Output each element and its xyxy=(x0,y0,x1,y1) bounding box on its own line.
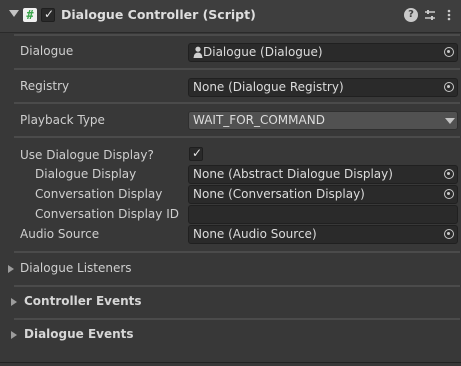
divider xyxy=(14,251,460,253)
foldout-arrow-icon[interactable] xyxy=(11,331,17,339)
checkmark-icon: ✓ xyxy=(44,7,55,21)
divider xyxy=(14,285,460,287)
dialogue-display-field[interactable]: None (Abstract Dialogue Display) xyxy=(188,165,458,184)
help-icon[interactable]: ? xyxy=(404,8,418,22)
person-icon xyxy=(193,46,203,58)
dialogue-listeners-foldout[interactable]: Dialogue Listeners xyxy=(20,261,132,275)
foldout-arrow-icon[interactable] xyxy=(9,10,19,17)
conversation-display-id-input[interactable] xyxy=(188,205,458,224)
component-header[interactable]: # ✓ Dialogue Controller (Script) ? xyxy=(0,0,461,33)
divider xyxy=(14,318,460,320)
component-enabled-checkbox[interactable]: ✓ xyxy=(41,7,55,22)
dialogue-label: Dialogue xyxy=(20,44,74,58)
dialogue-value: Dialogue (Dialogue) xyxy=(203,45,323,59)
checkmark-icon: ✓ xyxy=(192,146,203,160)
component-title: Dialogue Controller (Script) xyxy=(61,7,256,22)
divider xyxy=(14,102,460,104)
divider xyxy=(14,34,460,36)
audio-source-label: Audio Source xyxy=(20,227,100,241)
playback-type-dropdown[interactable]: WAIT_FOR_COMMAND xyxy=(188,111,458,130)
playback-type-label: Playback Type xyxy=(20,113,105,127)
divider xyxy=(14,68,460,70)
foldout-arrow-icon[interactable] xyxy=(11,298,17,306)
foldout-arrow-icon[interactable] xyxy=(8,265,14,273)
presets-icon[interactable] xyxy=(423,8,437,22)
controller-events-foldout[interactable]: Controller Events xyxy=(24,294,142,308)
conversation-display-id-label: Conversation Display ID xyxy=(35,207,179,221)
divider xyxy=(14,136,460,138)
use-dialogue-display-label: Use Dialogue Display? xyxy=(20,148,154,162)
dialogue-field[interactable]: Dialogue (Dialogue) xyxy=(188,43,458,62)
registry-field[interactable]: None (Dialogue Registry) xyxy=(188,78,458,97)
more-icon[interactable] xyxy=(442,8,456,22)
conversation-display-label: Conversation Display xyxy=(35,187,163,201)
registry-label: Registry xyxy=(20,79,70,93)
dropdown-caret-icon[interactable] xyxy=(445,118,455,124)
object-picker-icon[interactable] xyxy=(444,47,454,57)
dialogue-events-foldout[interactable]: Dialogue Events xyxy=(24,327,134,341)
dialogue-display-label: Dialogue Display xyxy=(35,167,137,181)
conversation-display-field[interactable]: None (Conversation Display) xyxy=(188,185,458,204)
bottom-border xyxy=(0,362,461,363)
audio-source-field[interactable]: None (Audio Source) xyxy=(188,225,458,244)
use-dialogue-display-checkbox[interactable]: ✓ xyxy=(189,146,203,161)
object-picker-icon[interactable] xyxy=(444,169,454,179)
object-picker-icon[interactable] xyxy=(444,189,454,199)
script-icon: # xyxy=(23,8,37,22)
object-picker-icon[interactable] xyxy=(444,82,454,92)
object-picker-icon[interactable] xyxy=(444,229,454,239)
